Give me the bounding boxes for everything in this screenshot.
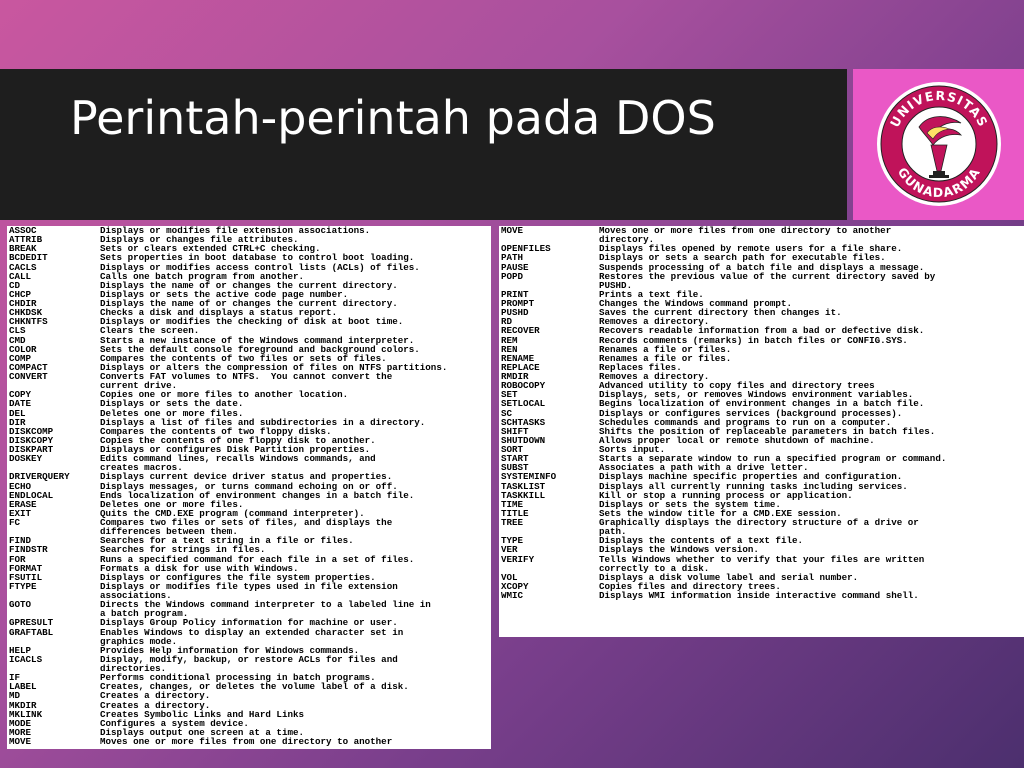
command-row: TREE Graphically displays the directory s…: [499, 518, 1024, 527]
command-description: Moves one or more files from one directo…: [100, 736, 393, 747]
command-row: RENAME Renames a file or files.: [499, 354, 1024, 363]
command-name: ICACLS: [9, 653, 43, 665]
command-list-right: MOVE Moves one or more files from one dir…: [499, 226, 1024, 637]
command-row: MOVE Moves one or more files from one dir…: [499, 226, 1024, 235]
command-name: LABEL: [9, 681, 37, 693]
command-name: WMIC: [501, 590, 524, 601]
command-row: REM Records comments (remarks) in batch f…: [499, 335, 1024, 344]
command-description: Restores the previous value of the curre…: [599, 270, 936, 282]
command-name: FTYPE: [9, 580, 37, 592]
command-row: GOTO Directs the Windows command interpre…: [7, 600, 491, 609]
logo-box: UNIVERSITAS GUNADARMA: [853, 69, 1024, 220]
command-name: GOTO: [9, 599, 32, 611]
command-name: SETLOCAL: [501, 398, 546, 410]
command-row: FTYPE Displays or modifies file types use…: [7, 582, 491, 591]
command-row: MKLINK Creates Symbolic Links and Hard Li…: [7, 709, 491, 718]
command-row: LABEL Creates, changes, or deletes the vo…: [7, 682, 491, 691]
command-row: ICACLS Display, modify, backup, or restor…: [7, 655, 491, 664]
command-row: GRAFTABL Enables Windows to display an ex…: [7, 626, 491, 638]
command-row: PUSHD Saves the current directory then ch…: [499, 308, 1024, 317]
command-list-left: ASSOC Displays or modifies file extension…: [7, 226, 491, 749]
command-name: MOVE: [9, 736, 32, 747]
command-row: POPD Restores the previous value of the c…: [499, 270, 1024, 282]
command-row: SHUTDOWN Allows proper local or remote sh…: [499, 436, 1024, 445]
slide-title: Perintah-perintah pada DOS: [70, 91, 716, 145]
command-row: DATE Displays or sets the date.: [7, 399, 491, 408]
command-name: CALL: [9, 270, 32, 282]
command-row: MD Creates a directory.: [7, 691, 491, 700]
command-row: VERIFY Tells Windows whether to verify th…: [499, 553, 1024, 565]
command-name: VERIFY: [501, 553, 535, 565]
command-row: TYPE Displays the contents of a text file…: [499, 536, 1024, 545]
command-description: Moves one or more files from one directo…: [599, 226, 892, 236]
command-name: CONVERT: [9, 371, 48, 382]
command-name: DOSKEY: [9, 453, 43, 465]
command-name: EXIT: [9, 507, 32, 519]
command-name: FC: [9, 517, 21, 528]
command-name: TREE: [501, 517, 524, 528]
command-name: PUSHD: [501, 307, 529, 319]
command-description: Graphically displays the directory struc…: [599, 517, 919, 528]
command-name: POPD: [501, 270, 524, 282]
command-row: DOSKEY Edits command lines, recalls Windo…: [7, 454, 491, 463]
command-row: CHKNTFS Displays or modifies the checking…: [7, 317, 491, 326]
command-row: PUSHD.: [499, 281, 1024, 290]
command-row: CONVERT Converts FAT volumes to NTFS. You…: [7, 372, 491, 381]
command-row: REPLACE Replaces files.: [499, 363, 1024, 372]
command-row: ENDLOCAL Ends localization of environment…: [7, 490, 491, 499]
universitas-gunadarma-logo: UNIVERSITAS GUNADARMA: [877, 82, 1001, 206]
title-bar: Perintah-perintah pada DOS: [0, 69, 847, 220]
command-name: GRAFTABL: [9, 626, 54, 638]
command-row: FC Compares two files or sets of files, a…: [7, 518, 491, 527]
command-name: MOVE: [501, 226, 524, 236]
command-description: Displays WMI information inside interact…: [599, 590, 919, 601]
command-row: REN Renames a file or files.: [499, 344, 1024, 353]
command-row: MOVE Moves one or more files from one dir…: [7, 737, 491, 746]
command-row: COPY Copies one or more files to another …: [7, 390, 491, 399]
command-row: WMIC Displays WMI information inside inte…: [499, 591, 1024, 600]
